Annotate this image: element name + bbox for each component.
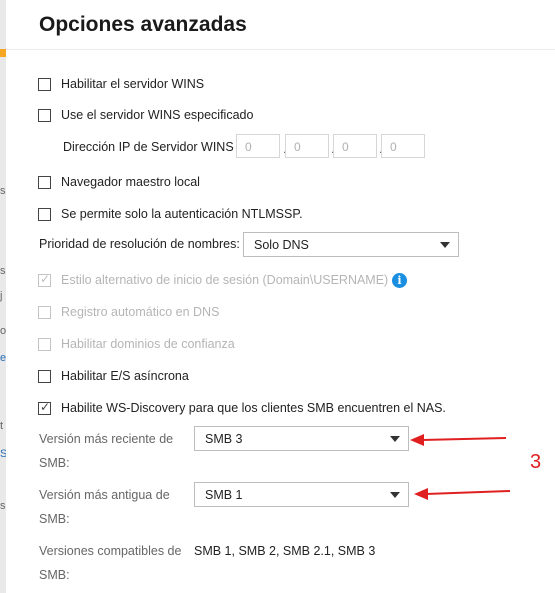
annotation-number: 3 [530, 451, 542, 473]
annotation-arrow-2 [414, 488, 511, 500]
annotation-arrows [410, 434, 511, 500]
annotation-arrow-1 [410, 434, 507, 446]
